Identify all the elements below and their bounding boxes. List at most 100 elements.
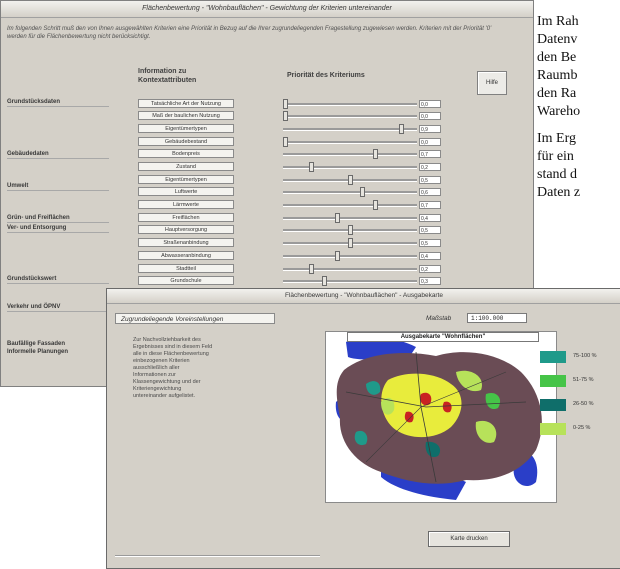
slider-thumb[interactable] — [347, 238, 353, 248]
group-label: Verkehr und ÖPNV — [7, 304, 109, 312]
group-label: Informelle Planungen — [7, 349, 69, 355]
slider-thumb[interactable] — [308, 162, 314, 172]
priority-value: 0,0 — [419, 100, 441, 108]
window-title: Flächenbewertung - "Wohnbauflächen" - Ge… — [1, 1, 533, 18]
criterion-info-button[interactable]: Stadtteil — [138, 264, 234, 273]
column-header-info: Information zu Kontextattributen — [138, 68, 197, 84]
priority-slider[interactable] — [283, 124, 417, 134]
priority-value: 0,6 — [419, 188, 441, 196]
document-line: den Ra — [537, 86, 577, 101]
priority-slider[interactable] — [283, 111, 417, 121]
document-line: Im Rah — [537, 14, 579, 29]
suitability-map-image — [326, 332, 556, 502]
group-label: Grundstücksdaten — [7, 99, 109, 107]
slider-thumb[interactable] — [347, 175, 353, 185]
priority-slider[interactable] — [283, 225, 417, 235]
map-title: Ausgabekarte "Wohnflächen" — [347, 332, 539, 342]
priority-value: 0,7 — [419, 201, 441, 209]
slider-thumb[interactable] — [399, 124, 405, 134]
priority-slider[interactable] — [283, 238, 417, 248]
slider-thumb[interactable] — [373, 149, 379, 159]
group-label: Gebäudedaten — [7, 151, 109, 159]
document-line: Im Erg — [537, 131, 577, 146]
scale-label: Maßstab — [426, 315, 452, 322]
priority-slider[interactable] — [283, 251, 417, 261]
priority-value: 0,5 — [419, 176, 441, 184]
group-label: Grün- und Freiflächen — [7, 215, 109, 223]
priority-value: 0,5 — [419, 226, 441, 234]
priority-slider[interactable] — [283, 200, 417, 210]
priority-slider[interactable] — [283, 264, 417, 274]
slider-thumb[interactable] — [347, 225, 353, 235]
legend-swatch — [540, 399, 566, 411]
document-line: Wareho — [537, 104, 581, 119]
print-map-button[interactable]: Karte drucken — [428, 531, 510, 547]
group-label: Grundstückswert — [7, 276, 109, 284]
window-title: Flächenbewertung - "Wohnbauflächen" - Au… — [107, 289, 620, 304]
priority-value: 0,2 — [419, 163, 441, 171]
help-button[interactable]: Hilfe — [477, 71, 507, 95]
legend-label: 75-100 % — [573, 353, 597, 359]
priority-value: 0,7 — [419, 150, 441, 158]
slider-thumb[interactable] — [360, 187, 366, 197]
criterion-info-button[interactable]: Eigentümertypen — [138, 175, 234, 184]
slider-thumb[interactable] — [283, 137, 288, 147]
criterion-info-button[interactable]: Abwasseranbindung — [138, 251, 234, 260]
criterion-info-button[interactable]: Grundschule — [138, 276, 234, 285]
criterion-info-button[interactable]: Straßenanbindung — [138, 238, 234, 247]
priority-value: 0,9 — [419, 125, 441, 133]
slider-thumb[interactable] — [283, 111, 288, 121]
criterion-info-button[interactable]: Lärmwerte — [138, 200, 234, 209]
priority-value: 0,5 — [419, 239, 441, 247]
document-line: Datenv — [537, 32, 578, 47]
document-line: den Be — [537, 50, 577, 65]
legend-label: 51-75 % — [573, 377, 594, 383]
priority-value: 0,3 — [419, 277, 441, 285]
legend-swatch — [540, 423, 566, 435]
criterion-info-button[interactable]: Tatsächliche Art der Nutzung — [138, 99, 234, 108]
legend-label: 0-25 % — [573, 425, 591, 431]
priority-slider[interactable] — [283, 213, 417, 223]
slider-thumb[interactable] — [334, 251, 340, 261]
slider-thumb[interactable] — [308, 264, 314, 274]
criterion-info-button[interactable]: Freiflächen — [138, 213, 234, 222]
slider-thumb[interactable] — [283, 99, 288, 109]
priority-slider[interactable] — [283, 175, 417, 185]
priority-value: 0,4 — [419, 252, 441, 260]
group-label: Ver- und Entsorgung — [7, 225, 109, 233]
document-line: für ein — [537, 149, 574, 164]
output-map — [325, 331, 557, 503]
settings-description: Zur Nachvollziehbarkeit des Ergebnisses … — [133, 337, 213, 399]
document-line: Daten z — [537, 185, 581, 200]
priority-slider[interactable] — [283, 162, 417, 172]
priority-slider[interactable] — [283, 149, 417, 159]
slider-thumb[interactable] — [373, 200, 379, 210]
criterion-info-button[interactable]: Zustand — [138, 162, 234, 171]
priority-slider[interactable] — [283, 276, 417, 286]
criterion-info-button[interactable]: Eigentümertypen — [138, 124, 234, 133]
intro-text: Im folgenden Schritt muß den von Ihnen a… — [7, 26, 492, 40]
legend-label: 26-50 % — [573, 401, 594, 407]
settings-panel-heading: Zugrundeliegende Voreinstellungen — [115, 313, 275, 324]
column-header-priority: Priorität des Kriteriums — [287, 72, 365, 79]
criterion-info-button[interactable]: Luftwerte — [138, 187, 234, 196]
priority-slider[interactable] — [283, 99, 417, 109]
priority-value: 0,4 — [419, 214, 441, 222]
criterion-info-button[interactable]: Bodenpreis — [138, 149, 234, 158]
criterion-info-button[interactable]: Hauptversorgung — [138, 225, 234, 234]
legend-swatch — [540, 375, 566, 387]
document-line: Raumb — [537, 68, 578, 83]
slider-thumb[interactable] — [334, 213, 340, 223]
output-map-window: Flächenbewertung - "Wohnbauflächen" - Au… — [106, 288, 620, 569]
scale-input[interactable]: 1:100.000 — [467, 313, 527, 323]
priority-slider[interactable] — [283, 137, 417, 147]
group-label: Umwelt — [7, 183, 109, 191]
legend-swatch — [540, 351, 566, 363]
criterion-info-button[interactable]: Gebäudebestand — [138, 137, 234, 146]
slider-thumb[interactable] — [321, 276, 327, 286]
group-label: Baufällige Fassaden — [7, 341, 66, 347]
priority-value: 0,0 — [419, 138, 441, 146]
criterion-info-button[interactable]: Maß der baulichen Nutzung — [138, 111, 234, 120]
priority-slider[interactable] — [283, 187, 417, 197]
divider — [115, 555, 320, 557]
